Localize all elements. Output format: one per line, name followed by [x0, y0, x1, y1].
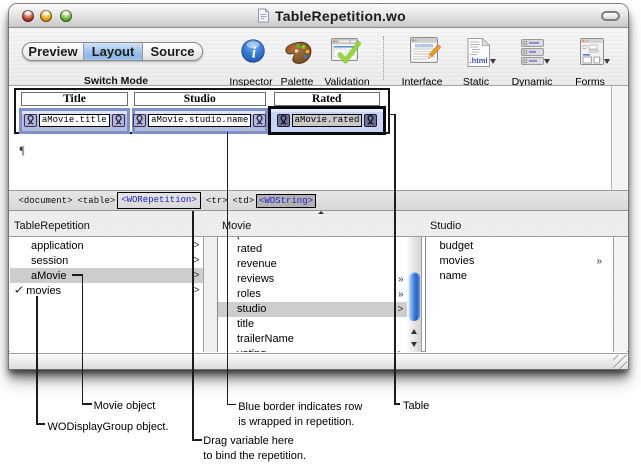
- svg-text:i: i: [251, 44, 256, 61]
- svg-text:.html: .html: [470, 56, 488, 65]
